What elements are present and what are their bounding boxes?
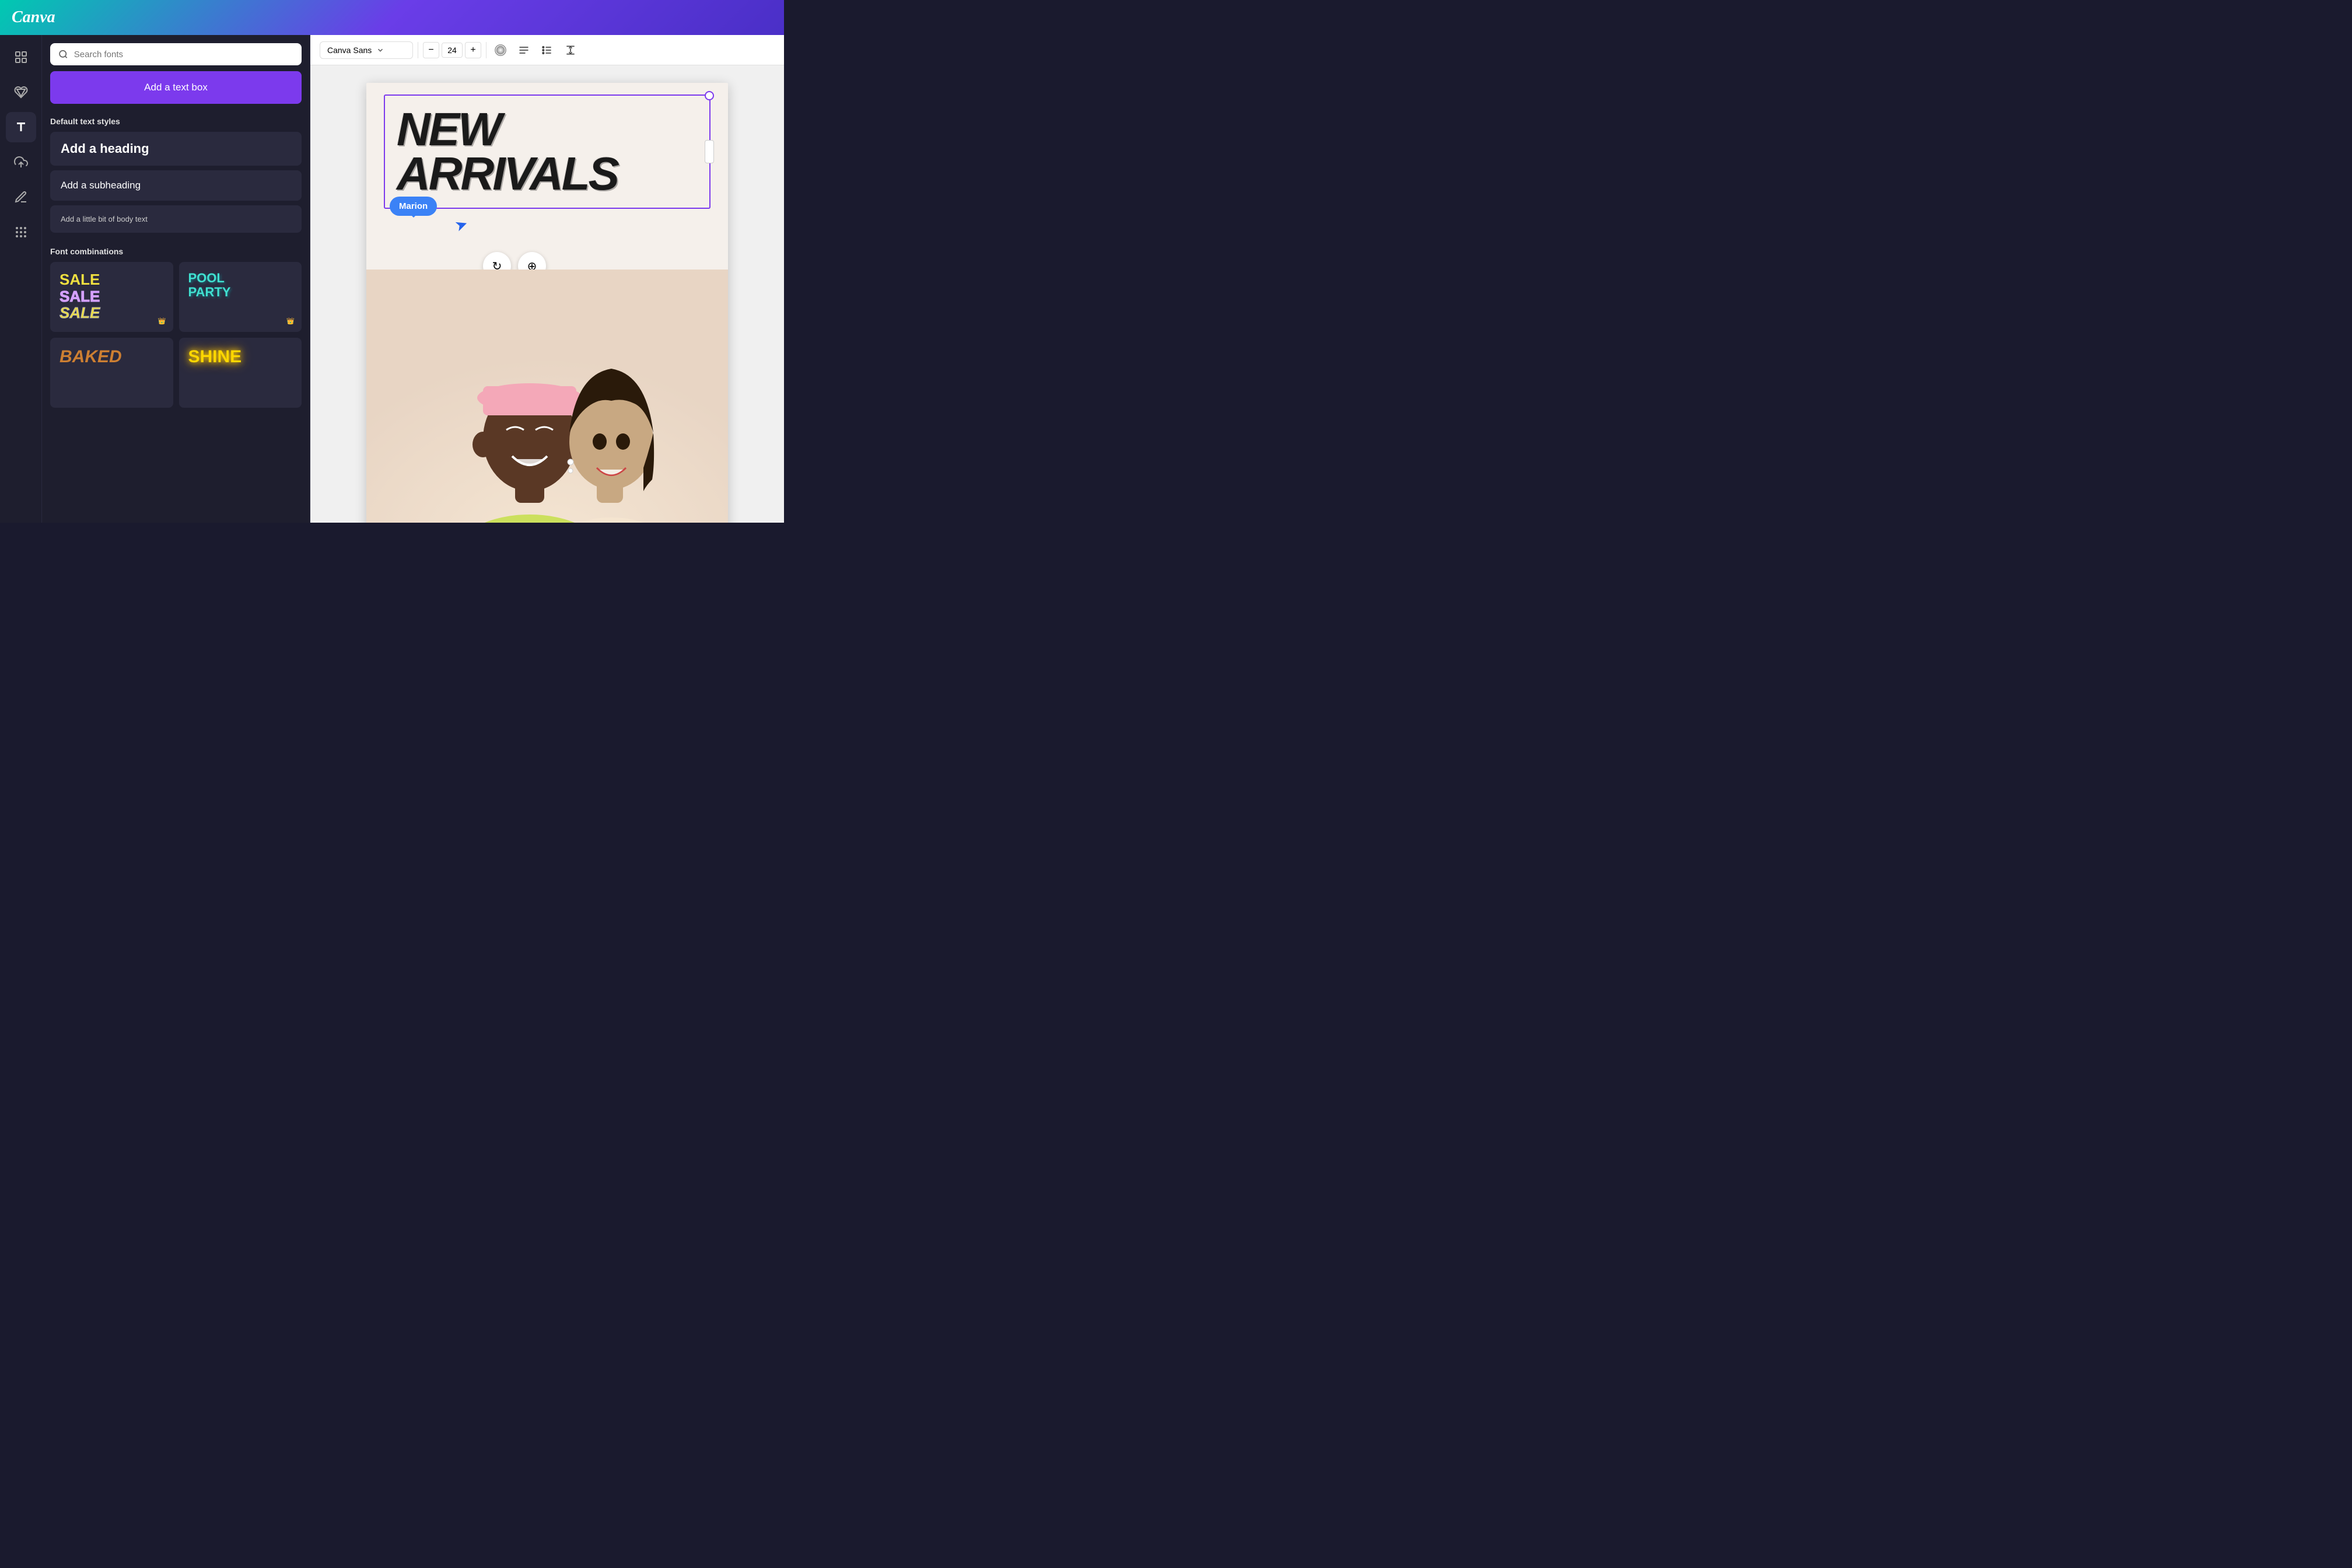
search-icon xyxy=(58,49,68,60)
sidebar-item-elements[interactable] xyxy=(6,77,36,107)
marion-tooltip: Marion xyxy=(390,197,437,216)
sidebar-item-text[interactable] xyxy=(6,112,36,142)
corner-resize-handle[interactable] xyxy=(705,91,714,100)
body-style-item[interactable]: Add a little bit of body text xyxy=(50,205,302,233)
cursor-icon: ➤ xyxy=(452,214,470,236)
main-content: Add a text box Default text styles Add a… xyxy=(0,35,784,523)
side-resize-handle[interactable] xyxy=(705,140,714,163)
list-icon xyxy=(541,44,553,56)
font-card-baked[interactable]: BAKED xyxy=(50,338,173,408)
font-combinations-section: Font combinations SALE SALE SALE 👑 POOL … xyxy=(42,237,310,412)
toolbar: Canva Sans − 24 + xyxy=(310,35,784,65)
color-icon xyxy=(494,44,507,57)
font-card-shine[interactable]: SHINE xyxy=(179,338,302,408)
search-input[interactable] xyxy=(74,50,293,60)
text-color-button[interactable] xyxy=(491,41,510,60)
canvas-title-line1: NEW xyxy=(397,107,698,152)
spacing-icon xyxy=(565,44,576,56)
subheading-style-item[interactable]: Add a subheading xyxy=(50,170,302,201)
pool-line1: POOL xyxy=(188,271,293,285)
font-card-sale[interactable]: SALE SALE SALE 👑 xyxy=(50,262,173,332)
text-panel: Add a text box Default text styles Add a… xyxy=(42,35,310,523)
icon-sidebar xyxy=(0,35,42,523)
sale-line1: SALE xyxy=(60,271,164,288)
add-text-box-button[interactable]: Add a text box xyxy=(50,71,302,104)
selected-text-box[interactable]: NEW ARRIVALS xyxy=(384,94,710,209)
font-combinations-label: Font combinations xyxy=(42,242,310,262)
align-icon xyxy=(518,44,530,56)
canvas-title: NEW ARRIVALS xyxy=(397,107,698,196)
sidebar-item-draw[interactable] xyxy=(6,182,36,212)
canvas-frame[interactable]: NEW ARRIVALS Marion ➤ ↻ ⊕ xyxy=(366,83,728,523)
list-button[interactable] xyxy=(538,41,556,60)
sale-line3: SALE xyxy=(60,304,164,321)
font-size-control: − 24 + xyxy=(423,42,481,58)
pool-line2: PARTY xyxy=(188,285,293,299)
search-box[interactable] xyxy=(50,43,302,65)
default-styles-label: Default text styles xyxy=(42,112,310,132)
sidebar-item-apps[interactable] xyxy=(6,217,36,247)
sale-line2: SALE xyxy=(60,288,164,305)
crown-badge-2: 👑 xyxy=(284,314,297,327)
canvas-photo xyxy=(366,270,728,523)
app-header: Canva xyxy=(0,0,784,35)
font-grid: SALE SALE SALE 👑 POOL PARTY 👑 BAK xyxy=(42,262,310,408)
font-size-value[interactable]: 24 xyxy=(442,43,463,58)
font-selector[interactable]: Canva Sans xyxy=(320,41,413,59)
baked-text: BAKED xyxy=(60,347,164,367)
font-name-label: Canva Sans xyxy=(327,46,372,55)
people-illustration xyxy=(366,270,728,523)
chevron-down-icon xyxy=(376,46,384,54)
canvas-content: NEW ARRIVALS Marion ➤ ↻ ⊕ xyxy=(310,65,784,523)
sidebar-item-upload[interactable] xyxy=(6,147,36,177)
font-size-decrease-button[interactable]: − xyxy=(423,42,439,58)
canvas-area: Canva Sans − 24 + xyxy=(310,35,784,523)
search-container xyxy=(42,35,310,71)
canva-logo: Canva xyxy=(12,8,55,27)
sidebar-item-layout[interactable] xyxy=(6,42,36,72)
spacing-button[interactable] xyxy=(561,41,580,60)
canvas-title-line2: ARRIVALS xyxy=(397,152,698,196)
crown-badge-1: 👑 xyxy=(156,314,169,327)
shine-text: SHINE xyxy=(188,347,293,367)
align-button[interactable] xyxy=(514,41,533,60)
font-card-pool-party[interactable]: POOL PARTY 👑 xyxy=(179,262,302,332)
font-size-increase-button[interactable]: + xyxy=(465,42,481,58)
toolbar-divider-2 xyxy=(486,42,487,58)
heading-style-item[interactable]: Add a heading xyxy=(50,132,302,166)
